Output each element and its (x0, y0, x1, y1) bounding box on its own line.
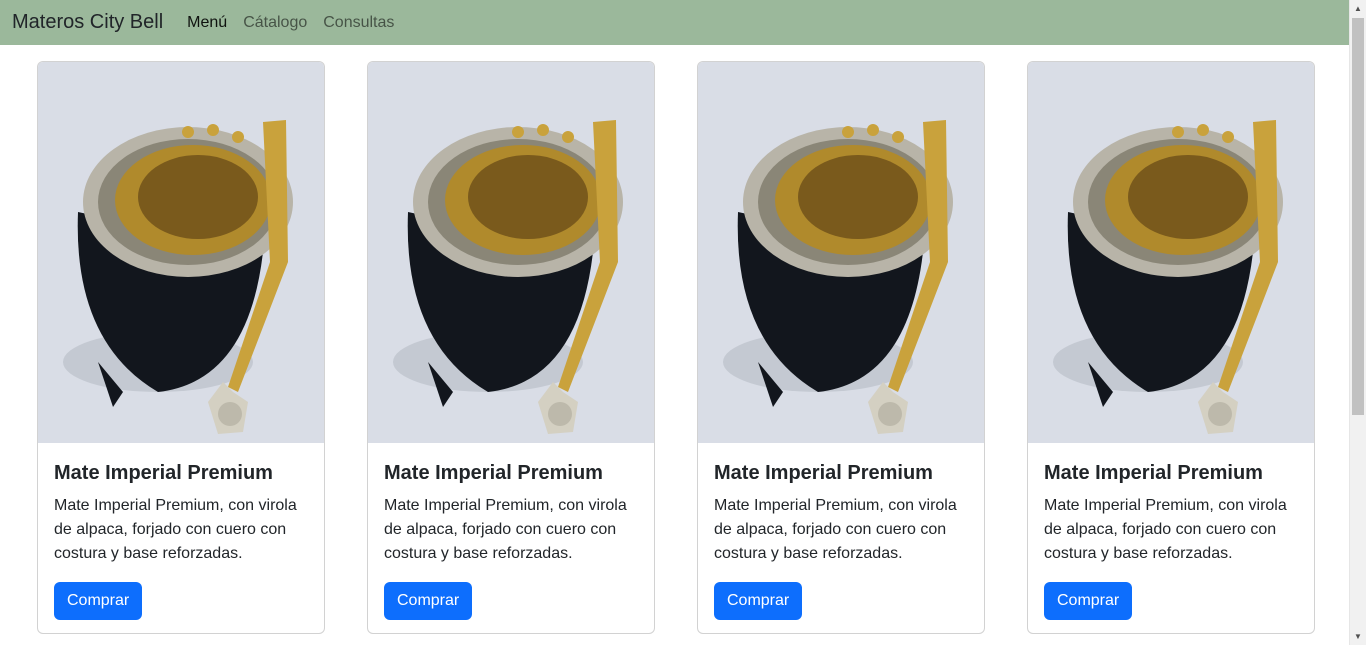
buy-button[interactable]: Comprar (54, 582, 143, 620)
product-title: Mate Imperial Premium (384, 462, 603, 484)
product-description: Mate Imperial Premium, con virola de alp… (54, 497, 297, 562)
product-description: Mate Imperial Premium, con virola de alp… (714, 497, 957, 562)
mate-product-image (368, 62, 654, 443)
product-title: Mate Imperial Premium (1044, 462, 1263, 484)
mate-product-image (1028, 62, 1314, 443)
page: Materos City Bell Menú Cátalogo Consulta… (0, 0, 1366, 645)
product-title: Mate Imperial Premium (714, 462, 933, 484)
mate-product-image (38, 62, 324, 443)
buy-button[interactable]: Comprar (714, 582, 803, 620)
vertical-scrollbar[interactable]: ▲ ▼ (1349, 0, 1366, 645)
buy-button[interactable]: Comprar (1044, 582, 1133, 620)
scroll-up-arrow-icon[interactable]: ▲ (1350, 0, 1366, 17)
product-card: Mate Imperial Premium Mate Imperial Prem… (697, 61, 985, 634)
navbar-brand[interactable]: Materos City Bell (12, 11, 163, 34)
card-body: Mate Imperial Premium Mate Imperial Prem… (38, 443, 324, 633)
product-description: Mate Imperial Premium, con virola de alp… (1044, 497, 1287, 562)
mate-product-image (698, 62, 984, 443)
product-card: Mate Imperial Premium Mate Imperial Prem… (37, 61, 325, 634)
scroll-down-arrow-icon[interactable]: ▼ (1350, 628, 1366, 645)
nav-link-catalogo[interactable]: Cátalogo (243, 14, 307, 32)
nav-link-consultas[interactable]: Consultas (323, 14, 394, 32)
product-grid: Mate Imperial Premium Mate Imperial Prem… (37, 61, 1315, 634)
product-title: Mate Imperial Premium (54, 462, 273, 484)
card-body: Mate Imperial Premium Mate Imperial Prem… (368, 443, 654, 633)
nav-link-menu[interactable]: Menú (187, 14, 227, 32)
navbar: Materos City Bell Menú Cátalogo Consulta… (0, 0, 1349, 45)
product-card: Mate Imperial Premium Mate Imperial Prem… (367, 61, 655, 634)
card-body: Mate Imperial Premium Mate Imperial Prem… (1028, 443, 1314, 633)
buy-button[interactable]: Comprar (384, 582, 473, 620)
scrollbar-thumb[interactable] (1352, 18, 1364, 415)
product-description: Mate Imperial Premium, con virola de alp… (384, 497, 627, 562)
product-card: Mate Imperial Premium Mate Imperial Prem… (1027, 61, 1315, 634)
card-body: Mate Imperial Premium Mate Imperial Prem… (698, 443, 984, 633)
